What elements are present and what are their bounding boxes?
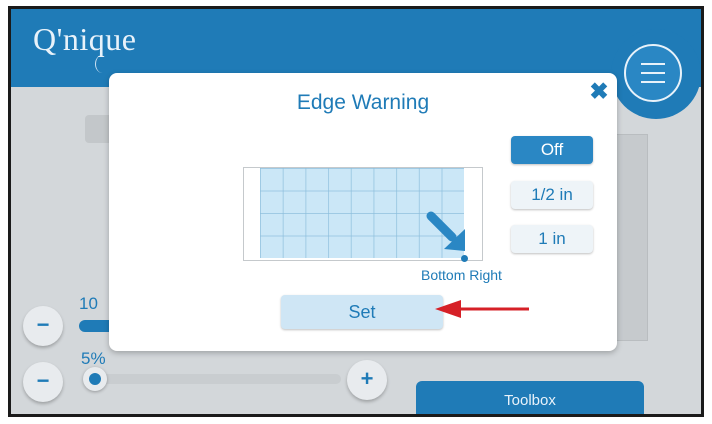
background-side-panel xyxy=(616,134,648,341)
dialog-title: Edge Warning xyxy=(296,91,430,114)
percent-slider-track[interactable] xyxy=(95,374,341,384)
close-icon[interactable]: ✖ xyxy=(587,79,611,103)
set-button[interactable]: Set xyxy=(281,295,443,329)
app-logo: Q'nique xyxy=(33,21,137,57)
decrease-button[interactable]: − xyxy=(23,306,63,346)
logo-swirl xyxy=(95,55,110,73)
percent-label: 5% xyxy=(81,349,106,368)
option-one-inch-button[interactable]: 1 in xyxy=(511,225,593,253)
edge-warning-dialog: Edge Warning ✖ Off 1/2 in 1 in Bottom Ri… xyxy=(109,73,617,351)
value-label: 10 xyxy=(79,294,98,313)
increase-percent-button[interactable]: + xyxy=(347,360,387,400)
menu-icon-line xyxy=(641,81,665,83)
menu-icon xyxy=(641,63,665,65)
option-half-inch-button[interactable]: 1/2 in xyxy=(511,181,593,209)
position-label: Bottom Right xyxy=(421,267,502,283)
option-off-button[interactable]: Off xyxy=(511,136,593,164)
decrease-percent-button[interactable]: − xyxy=(23,362,63,402)
position-marker xyxy=(461,255,468,262)
menu-icon-line xyxy=(641,72,665,74)
hoop-grid[interactable] xyxy=(260,168,464,258)
percent-slider-knob[interactable] xyxy=(83,367,107,391)
menu-button[interactable] xyxy=(624,44,682,102)
knob-dot xyxy=(89,373,101,385)
toolbox-button[interactable]: Toolbox xyxy=(416,381,644,414)
app-frame: Q'nique − 10 − 5% + Toolbox Edge Warning… xyxy=(8,6,704,417)
